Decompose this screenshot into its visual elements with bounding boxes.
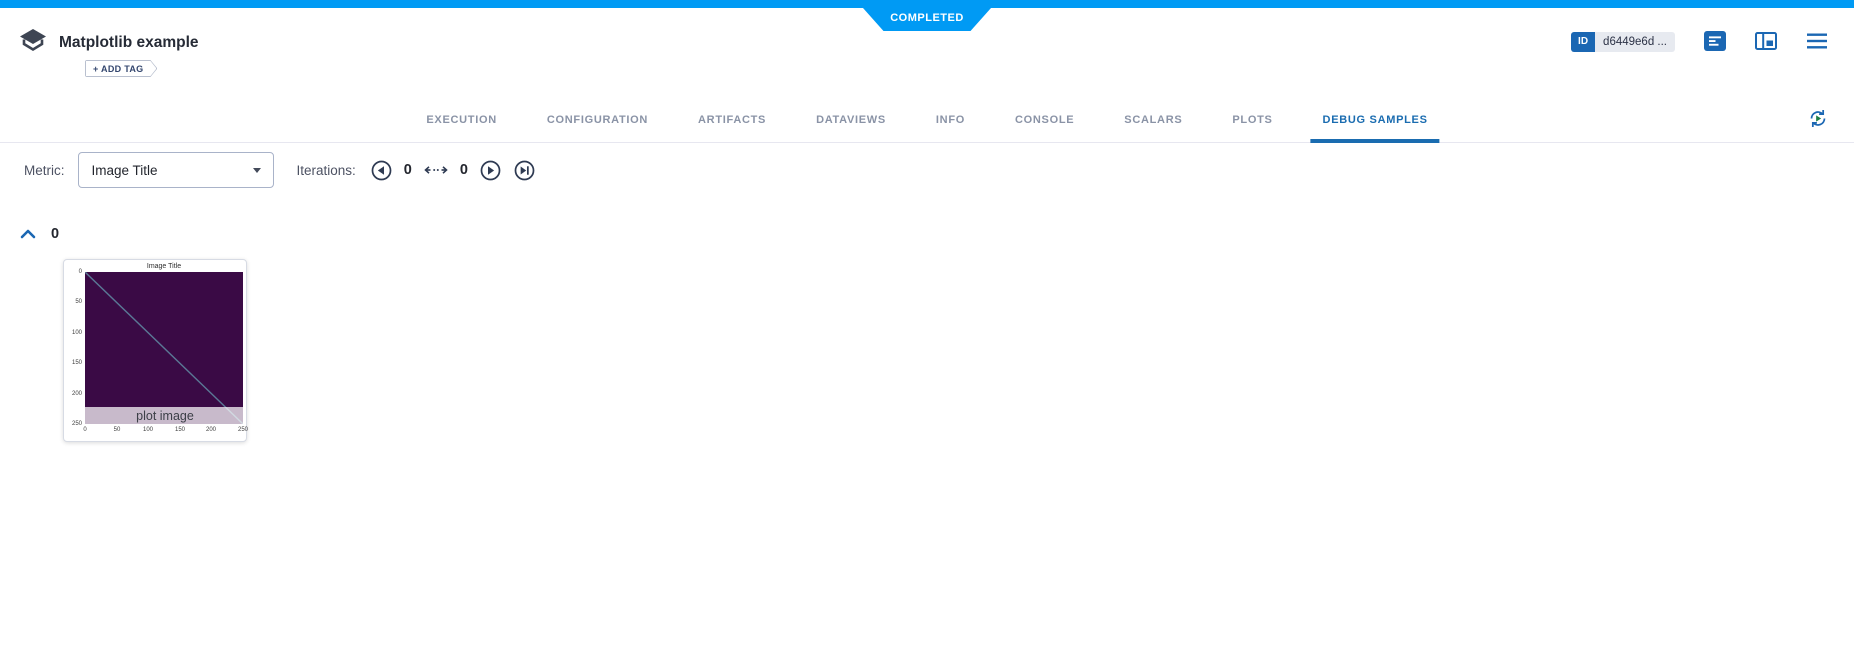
y-tick-label: 0 [78,269,82,275]
sample-caption: plot image [85,407,245,424]
auto-refresh-button[interactable] [1806,107,1830,134]
x-tick-label: 250 [237,427,248,433]
tab-plots[interactable]: PLOTS [1220,98,1284,142]
x-tick-label: 100 [142,427,153,433]
x-tick-label: 200 [205,427,216,433]
iteration-start-value: 0 [403,162,412,178]
tab-console[interactable]: CONSOLE [1003,98,1086,142]
menu-button[interactable] [1806,33,1828,52]
plot-figure: Image Title 0 50 100 150 200 250 0 50 10… [64,260,248,441]
iteration-group-label: 0 [51,226,60,242]
top-status-bar [0,0,1854,8]
debug-sample-thumbnail[interactable]: Image Title 0 50 100 150 200 250 0 50 10… [63,259,248,442]
iteration-end-value: 0 [459,162,468,178]
tab-execution[interactable]: EXECUTION [414,98,508,142]
tab-artifacts[interactable]: ARTIFACTS [686,98,778,142]
iteration-group-header[interactable]: 0 [20,224,59,244]
header-actions: ID d6449e6d ... [1571,30,1828,54]
experiment-icon [19,28,47,59]
metric-select[interactable]: Image Title [77,152,274,188]
experiment-id-chip[interactable]: ID d6449e6d ... [1571,32,1675,52]
prev-iteration-button[interactable] [370,159,393,182]
id-badge: ID [1571,32,1596,52]
x-tick-label: 150 [174,427,185,433]
menu-icon [1806,33,1828,52]
tab-configuration[interactable]: CONFIGURATION [535,98,660,142]
last-iteration-button[interactable] [513,159,536,182]
metric-toolbar: Metric: Image Title Iterations: 0 0 [24,151,536,189]
collapse-chevron-icon [20,229,36,239]
add-tag-button[interactable]: + ADD TAG [85,60,157,77]
iteration-controls: 0 0 [370,159,536,182]
info-panel-icon [1755,31,1777,54]
details-button[interactable] [1704,30,1726,54]
y-tick-label: 200 [71,391,82,397]
chevron-down-icon [252,167,261,173]
y-tick-label: 50 [75,299,82,305]
experiment-id-value: d6449e6d ... [1595,32,1675,52]
details-icon [1704,30,1726,54]
iteration-range-icon [423,164,449,176]
x-tick-label: 0 [83,427,87,433]
auto-refresh-icon [1806,107,1830,134]
info-panel-button[interactable] [1755,31,1777,54]
add-tag-label: + ADD TAG [86,61,156,76]
tab-dataviews[interactable]: DATAVIEWS [804,98,898,142]
plot-area [85,272,243,424]
tab-list: EXECUTION CONFIGURATION ARTIFACTS DATAVI… [414,98,1440,143]
y-tick-label: 100 [71,330,82,336]
tab-scalars[interactable]: SCALARS [1112,98,1194,142]
tab-debug-samples[interactable]: DEBUG SAMPLES [1310,98,1440,143]
next-iteration-button[interactable] [479,159,502,182]
experiment-title: Matplotlib example [59,34,199,51]
y-tick-label: 150 [71,360,82,366]
plot-title: Image Title [146,263,182,270]
status-badge: COMPLETED [863,8,991,31]
iterations-label: Iterations: [296,162,356,178]
metric-label: Metric: [24,162,65,178]
tab-info[interactable]: INFO [924,98,977,142]
x-tick-label: 50 [113,427,121,433]
metric-select-value: Image Title [91,162,158,178]
tab-bar: EXECUTION CONFIGURATION ARTIFACTS DATAVI… [0,98,1854,143]
